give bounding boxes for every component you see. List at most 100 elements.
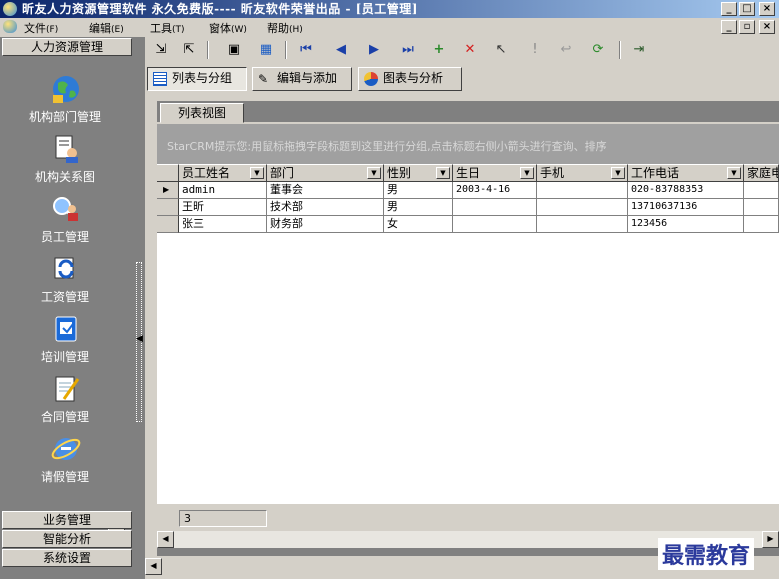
mdi-close-button[interactable]: ×: [759, 20, 775, 34]
window-title: 昕友人力资源管理软件 永久免费版---- 昕友软件荣誉出品 - [员工管理]: [22, 2, 418, 16]
cell-home-phone[interactable]: [744, 199, 779, 216]
column-header-birthday[interactable]: 生日 ▼: [453, 164, 537, 182]
tab-list-group[interactable]: 列表与分组: [147, 67, 247, 91]
notebook-icon: [55, 316, 77, 342]
cell-gender[interactable]: 女: [384, 216, 453, 233]
group-by-hint[interactable]: StarCRM提示您:用鼠标拖拽字段标题到这里进行分组,点击标题右侧小箭头进行查…: [157, 124, 779, 164]
edit-pointer-icon[interactable]: ↖: [490, 40, 512, 60]
menu-tools[interactable]: 工具(T): [150, 20, 185, 36]
import-icon[interactable]: ⇲: [150, 40, 172, 60]
menu-file-key: (F): [46, 25, 59, 35]
tab-edit-add[interactable]: ✎ 编辑与添加: [252, 67, 352, 91]
pencil-icon: ✎: [258, 72, 269, 86]
column-header-name[interactable]: 员工姓名 ▼: [179, 164, 267, 182]
cell-work-phone[interactable]: 13710637136: [628, 199, 744, 216]
cell-department[interactable]: 财务部: [267, 216, 384, 233]
menu-edit[interactable]: 编辑(E): [89, 20, 124, 36]
cell-gender[interactable]: 男: [384, 182, 453, 199]
next-record-icon[interactable]: ▶: [363, 40, 385, 60]
column-header-work-phone[interactable]: 工作电话 ▼: [628, 164, 744, 182]
column-header-mobile[interactable]: 手机 ▼: [537, 164, 628, 182]
column-header-home-phone[interactable]: 家庭电话: [744, 164, 779, 182]
grid-view-icon[interactable]: ▦: [255, 40, 277, 60]
refresh-icon[interactable]: ⟳: [587, 40, 609, 60]
chevron-down-icon[interactable]: ▼: [611, 167, 625, 179]
sidebar-section-settings[interactable]: 系统设置: [2, 549, 132, 567]
last-record-icon[interactable]: ⏭: [397, 40, 419, 60]
sidebar-item-employees[interactable]: 员工管理: [0, 193, 130, 253]
scroll-left-icon[interactable]: ◀: [157, 531, 174, 548]
sidebar-item-training[interactable]: 培训管理: [0, 313, 130, 373]
add-record-icon[interactable]: +: [428, 40, 450, 60]
cell-gender[interactable]: 男: [384, 199, 453, 216]
internet-explorer-icon: [51, 438, 81, 460]
mdi-window-icon[interactable]: [3, 20, 17, 33]
sidebar-item-label: 机构部门管理: [28, 110, 101, 124]
sidebar-item-label: 请假管理: [40, 470, 89, 484]
cell-department[interactable]: 董事会: [267, 182, 384, 199]
table-row[interactable]: 王昕 技术部 男 13710637136: [157, 199, 779, 216]
scroll-right-icon[interactable]: ▶: [762, 531, 779, 548]
chevron-down-icon[interactable]: ▼: [367, 167, 381, 179]
chevron-down-icon[interactable]: ▼: [727, 167, 741, 179]
sidebar-item-contract[interactable]: 合同管理: [0, 373, 130, 433]
column-header-department[interactable]: 部门 ▼: [267, 164, 384, 182]
print-preview-icon[interactable]: ▣: [223, 40, 245, 60]
cell-mobile[interactable]: [537, 216, 628, 233]
menu-file[interactable]: 文件(F): [24, 20, 58, 36]
column-header-gender[interactable]: 性别 ▼: [384, 164, 453, 182]
document-person-icon: [55, 135, 78, 163]
cell-birthday[interactable]: [453, 199, 537, 216]
delete-record-icon[interactable]: ✕: [459, 40, 481, 60]
first-record-icon[interactable]: ⏮: [295, 40, 317, 60]
cell-work-phone[interactable]: 020-83788353: [628, 182, 744, 199]
cell-name[interactable]: admin: [179, 182, 267, 199]
magnifier-person-icon: [53, 197, 78, 221]
chevron-down-icon[interactable]: ▼: [520, 167, 534, 179]
sidebar-header[interactable]: 人力资源管理: [2, 38, 132, 56]
cell-department[interactable]: 技术部: [267, 199, 384, 216]
cell-mobile[interactable]: [537, 199, 628, 216]
previous-record-icon[interactable]: ◀: [330, 40, 352, 60]
chevron-down-icon[interactable]: ▼: [436, 167, 450, 179]
cell-home-phone[interactable]: [744, 216, 779, 233]
toolbar-separator: [207, 41, 209, 59]
menu-window[interactable]: 窗体(W): [209, 20, 247, 36]
cell-work-phone[interactable]: 123456: [628, 216, 744, 233]
minimize-button[interactable]: _: [721, 2, 737, 16]
mdi-minimize-button[interactable]: _: [721, 20, 737, 34]
mdi-restore-button[interactable]: ▫: [739, 20, 755, 34]
sidebar-item-payroll[interactable]: 工资管理: [0, 253, 130, 313]
cell-name[interactable]: 王昕: [179, 199, 267, 216]
cancel-edit-icon: ↩: [560, 42, 572, 57]
tab-chart-analysis[interactable]: 图表与分析: [358, 67, 462, 91]
cell-birthday[interactable]: 2003-4-16: [453, 182, 537, 199]
table-row[interactable]: 张三 财务部 女 123456: [157, 216, 779, 233]
column-header-label: 性别: [387, 166, 412, 180]
exit-door-icon[interactable]: ⇥: [628, 40, 650, 60]
sidebar-item-leave[interactable]: 请假管理: [0, 433, 130, 493]
chevron-down-icon[interactable]: ▼: [250, 167, 264, 179]
cell-mobile[interactable]: [537, 182, 628, 199]
close-button[interactable]: ×: [759, 2, 775, 16]
maximize-button[interactable]: □: [739, 2, 755, 16]
cell-birthday[interactable]: [453, 216, 537, 233]
sidebar-item-label: 工资管理: [40, 290, 89, 304]
menu-tools-label: 工具: [150, 22, 172, 35]
menu-edit-key: (E): [111, 25, 124, 35]
sidebar-section-business[interactable]: 业务管理: [2, 511, 132, 529]
sidebar-item-org-dept[interactable]: 机构部门管理: [0, 73, 130, 133]
sidebar-splitter[interactable]: ◀: [133, 262, 145, 422]
sidebar-item-org-chart[interactable]: 机构关系图: [0, 133, 130, 193]
cell-name[interactable]: 张三: [179, 216, 267, 233]
pie-chart-icon: [364, 72, 378, 86]
collapse-arrow-icon[interactable]: ◀: [136, 334, 143, 344]
tab-list-view[interactable]: 列表视图: [160, 103, 244, 123]
column-header-label: 部门: [270, 166, 295, 180]
table-row[interactable]: ▶ admin 董事会 男 2003-4-16 020-83788353: [157, 182, 779, 199]
cell-home-phone[interactable]: [744, 182, 779, 199]
status-scroll-left-icon[interactable]: ◀: [145, 558, 162, 575]
sidebar-section-analytics[interactable]: 智能分析: [2, 530, 132, 548]
export-icon[interactable]: ⇱: [178, 40, 200, 60]
menu-help[interactable]: 帮助(H): [267, 20, 303, 36]
